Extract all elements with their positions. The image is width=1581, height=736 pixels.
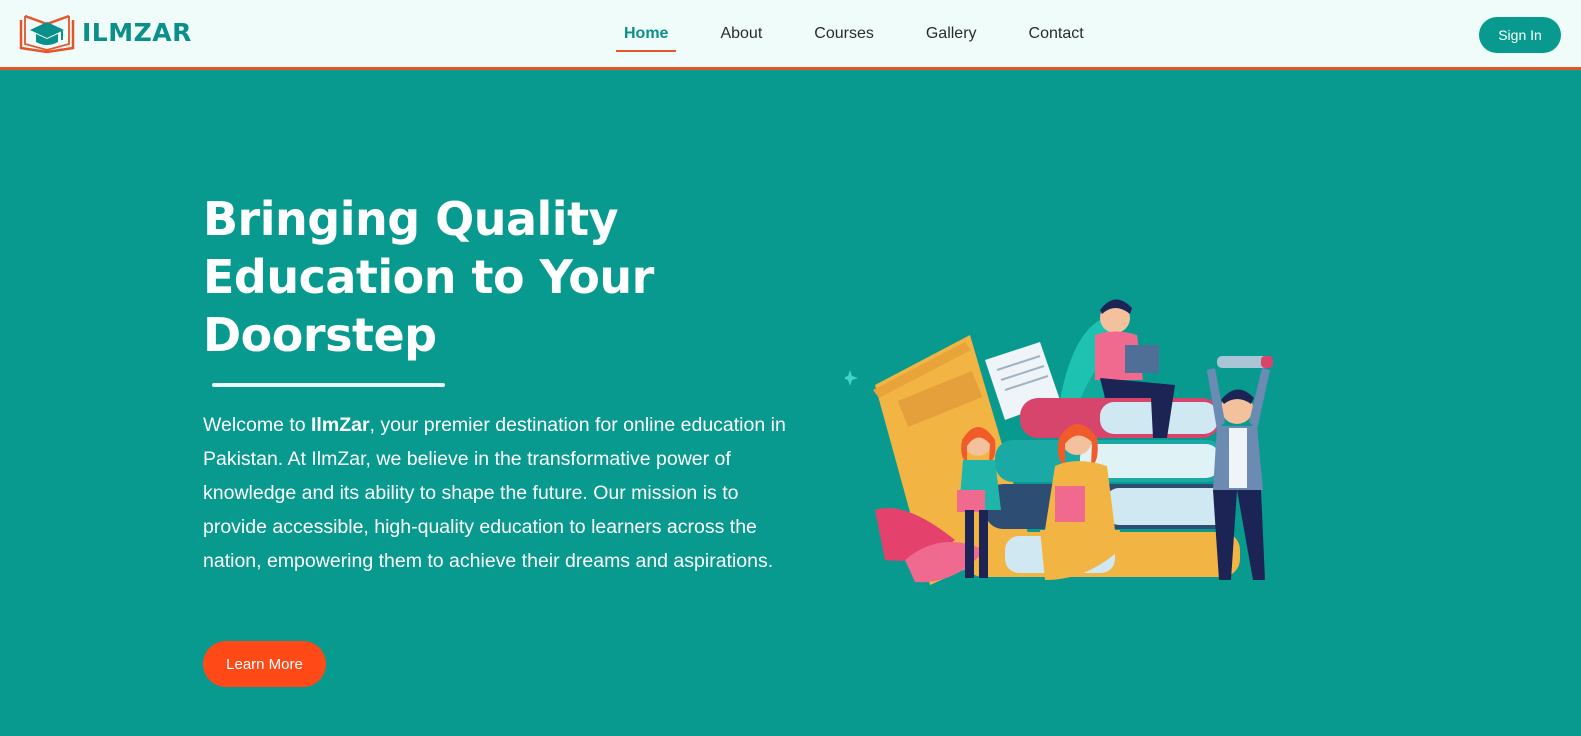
nav-contact[interactable]: Contact [1021,0,1092,67]
hero-title-line-3: Doorstep [203,308,437,362]
nav-courses[interactable]: Courses [806,0,882,67]
intro-prefix: Welcome to [203,414,312,436]
brand-logo[interactable]: ILMZAR [18,10,192,54]
nav-about[interactable]: About [712,0,770,67]
intro-body: , your premier destination for online ed… [203,414,786,572]
intro-brand: IlmZar [311,414,370,436]
logo-icon [19,14,75,54]
brand-name: ILMZAR [82,17,192,47]
title-underline [212,383,445,387]
learn-more-button[interactable]: Learn More [203,641,326,687]
hero-title-line-2: Education to Your [203,250,654,304]
nav-home[interactable]: Home [616,0,677,67]
hero-intro-text: Welcome to IlmZar, your premier destinat… [203,408,793,578]
main-nav: Home About Courses Gallery Contact [616,0,1128,67]
sign-in-button[interactable]: Sign In [1479,17,1561,53]
students-reading-illustration [845,299,1273,585]
hero-title-line-1: Bringing Quality [203,192,619,246]
site-header: ILMZAR Home About Courses Gallery Contac… [0,0,1581,70]
hero-title: Bringing Quality Education to Your Doors… [203,190,723,364]
nav-gallery[interactable]: Gallery [918,0,985,67]
